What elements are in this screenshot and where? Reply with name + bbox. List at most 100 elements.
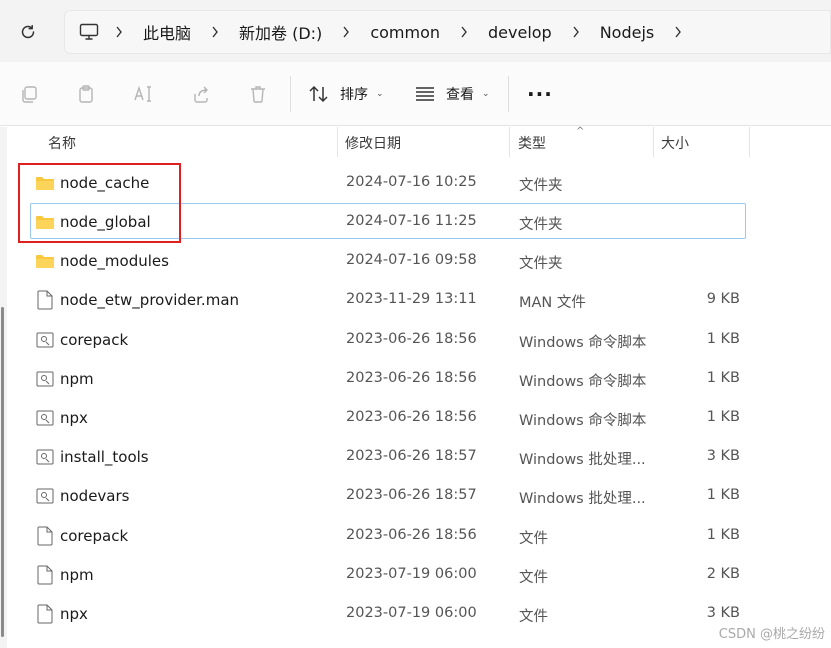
file-date: 2023-06-26 18:56 <box>346 409 477 425</box>
file-name: npx <box>60 409 88 427</box>
file-icon <box>35 290 55 310</box>
toolbar-divider <box>508 76 509 112</box>
file-type: Windows 批处理... <box>519 452 646 468</box>
trash-icon <box>251 86 265 103</box>
column-headers: 名称 修改日期 ^ 类型 大小 <box>0 126 831 157</box>
view-button[interactable]: 查看 ⌄ <box>414 80 490 108</box>
breadcrumb[interactable]: 此电脑 新加卷 (D:) common develop Nodejs <box>64 10 831 54</box>
file-row[interactable]: npm 2023-07-19 06:00 文件 2 KB <box>30 556 746 592</box>
file-date: 2023-06-26 18:57 <box>346 448 477 464</box>
address-bar-row: 此电脑 新加卷 (D:) common develop Nodejs <box>0 0 831 62</box>
file-size: 1 KB <box>706 331 740 347</box>
file-date: 2023-07-19 06:00 <box>346 605 477 621</box>
script-icon <box>35 369 55 389</box>
file-date: 2023-06-26 18:57 <box>346 487 477 503</box>
chevron-right-icon[interactable] <box>666 26 690 38</box>
file-name: npm <box>60 566 94 584</box>
command-bar: 排序 ⌄ 查看 ⌄ ··· <box>0 62 831 126</box>
clipboard-icon <box>79 85 93 103</box>
file-row[interactable]: npx 2023-06-26 18:56 Windows 命令脚本 1 KB <box>30 399 746 435</box>
script-icon <box>35 486 55 506</box>
file-date: 2024-07-16 11:25 <box>346 213 477 229</box>
chevron-right-icon[interactable] <box>334 26 358 38</box>
file-type: 文件夹 <box>519 217 563 233</box>
file-date: 2023-07-19 06:00 <box>346 566 477 582</box>
red-highlight-box <box>18 163 181 243</box>
column-divider[interactable] <box>653 127 654 157</box>
file-type: 文件夹 <box>519 256 563 272</box>
file-date: 2024-07-16 10:25 <box>346 174 477 190</box>
sort-label: 排序 <box>340 87 368 103</box>
navigation-pane-scrollbar[interactable] <box>0 127 7 648</box>
chevron-down-icon: ⌄ <box>482 89 490 99</box>
breadcrumb-item-drive-d[interactable]: 新加卷 (D:) <box>233 20 328 44</box>
sort-icon <box>309 85 328 103</box>
script-icon <box>35 408 55 428</box>
file-type: Windows 命令脚本 <box>519 374 647 390</box>
chevron-right-icon[interactable] <box>452 26 476 38</box>
rename-icon <box>134 85 151 102</box>
file-row[interactable]: npx 2023-07-19 06:00 文件 3 KB <box>30 595 746 631</box>
file-row[interactable]: corepack 2023-06-26 18:56 Windows 命令脚本 1… <box>30 321 746 357</box>
delete-button[interactable] <box>246 82 270 106</box>
sort-ascending-icon: ^ <box>576 126 585 137</box>
file-type: 文件 <box>519 609 548 625</box>
file-date: 2023-06-26 18:56 <box>346 331 477 347</box>
file-type: 文件 <box>519 570 548 586</box>
breadcrumb-item-common[interactable]: common <box>364 23 446 42</box>
file-size: 1 KB <box>706 370 740 386</box>
share-button[interactable] <box>189 82 213 106</box>
toolbar-divider <box>290 76 291 112</box>
file-date: 2023-11-29 13:11 <box>346 291 477 307</box>
sort-button[interactable]: 排序 ⌄ <box>308 80 384 108</box>
file-size: 1 KB <box>706 409 740 425</box>
share-icon <box>194 86 208 103</box>
chevron-right-icon[interactable] <box>203 26 227 38</box>
file-row[interactable]: nodevars 2023-06-26 18:57 Windows 批处理...… <box>30 477 746 513</box>
file-type: 文件 <box>519 531 548 547</box>
file-name: node_etw_provider.man <box>60 291 240 309</box>
column-divider[interactable] <box>749 127 750 157</box>
column-header-type[interactable]: 类型 <box>518 133 546 153</box>
column-header-size[interactable]: 大小 <box>661 133 689 153</box>
file-name: install_tools <box>60 448 149 466</box>
breadcrumb-item-develop[interactable]: develop <box>482 23 558 42</box>
file-type: Windows 命令脚本 <box>519 335 647 351</box>
folder-icon <box>35 251 55 271</box>
more-options-button[interactable]: ··· <box>527 80 553 108</box>
refresh-button[interactable] <box>14 18 42 46</box>
file-size: 9 KB <box>706 291 740 307</box>
column-divider[interactable] <box>337 127 338 157</box>
file-name: corepack <box>60 527 129 545</box>
file-date: 2023-06-26 18:56 <box>346 527 477 543</box>
file-row[interactable]: node_modules 2024-07-16 09:58 文件夹 <box>30 242 746 278</box>
file-icon <box>35 526 55 546</box>
file-row[interactable]: npm 2023-06-26 18:56 Windows 命令脚本 1 KB <box>30 360 746 396</box>
view-label: 查看 <box>446 87 474 103</box>
chevron-right-icon[interactable] <box>564 26 588 38</box>
chevron-right-icon[interactable] <box>107 26 131 38</box>
chevron-down-icon: ⌄ <box>376 89 384 99</box>
column-header-name[interactable]: 名称 <box>48 133 76 153</box>
file-size: 1 KB <box>706 487 740 503</box>
file-name: npm <box>60 370 94 388</box>
script-icon <box>35 447 55 467</box>
paste-button[interactable] <box>74 82 98 106</box>
file-size: 2 KB <box>706 566 740 582</box>
breadcrumb-item-this-pc[interactable]: 此电脑 <box>137 20 197 44</box>
script-icon <box>35 330 55 350</box>
file-icon <box>35 604 55 624</box>
breadcrumb-item-nodejs[interactable]: Nodejs <box>594 23 661 42</box>
file-name: npx <box>60 605 88 623</box>
file-size: 3 KB <box>706 605 740 621</box>
column-header-date[interactable]: 修改日期 <box>345 133 401 153</box>
file-row[interactable]: corepack 2023-06-26 18:56 文件 1 KB <box>30 517 746 553</box>
computer-icon[interactable] <box>77 20 101 44</box>
copy-button[interactable] <box>17 82 41 106</box>
scrollbar-thumb[interactable] <box>1 307 4 637</box>
rename-button[interactable] <box>131 82 155 106</box>
file-name: corepack <box>60 331 129 349</box>
column-divider[interactable] <box>509 127 510 157</box>
file-row[interactable]: node_etw_provider.man 2023-11-29 13:11 M… <box>30 281 746 317</box>
file-row[interactable]: install_tools 2023-06-26 18:57 Windows 批… <box>30 438 746 474</box>
